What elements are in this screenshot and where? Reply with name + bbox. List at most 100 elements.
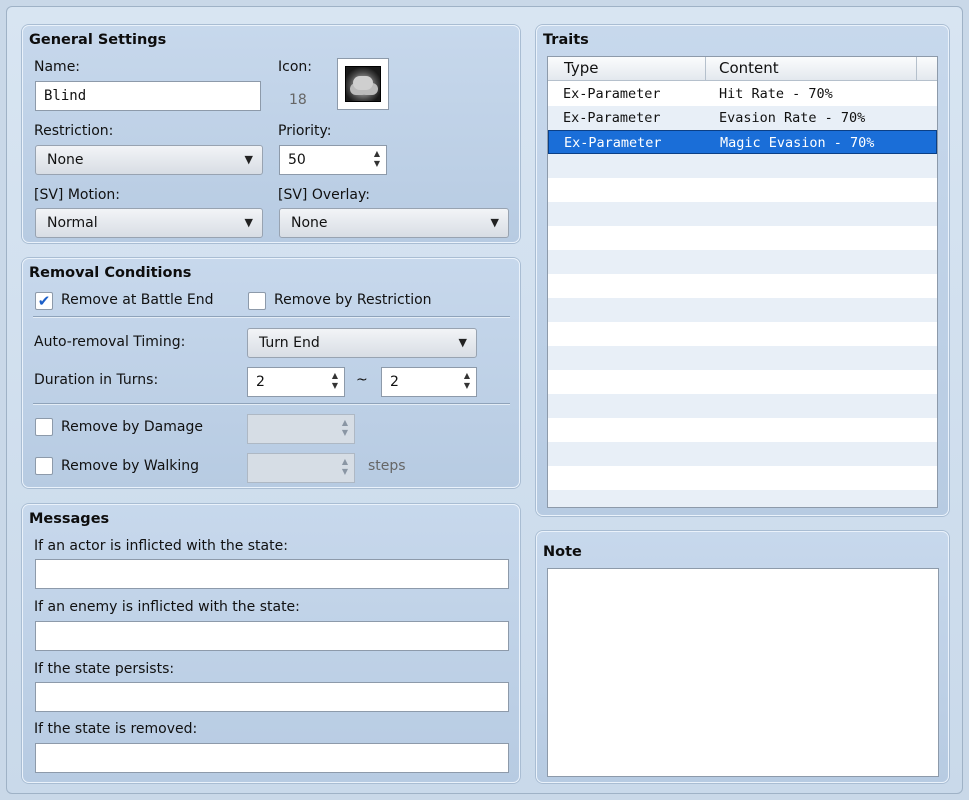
table-row[interactable] — [548, 274, 937, 298]
removal-conditions-title: Removal Conditions — [29, 265, 192, 281]
remove-damage-label[interactable]: Remove by Damage — [61, 419, 203, 435]
removed-message-label: If the state is removed: — [34, 721, 198, 737]
remove-walking-label[interactable]: Remove by Walking — [61, 458, 199, 474]
actor-message-input[interactable] — [35, 559, 509, 589]
persists-message-input[interactable] — [35, 682, 509, 712]
remove-battle-end-checkbox[interactable]: ✔ — [35, 292, 53, 310]
table-row[interactable] — [548, 490, 937, 507]
sv-motion-label: [SV] Motion: — [34, 187, 121, 203]
note-textarea[interactable] — [547, 568, 939, 777]
table-row[interactable] — [548, 322, 937, 346]
table-row[interactable] — [548, 154, 937, 178]
table-row[interactable] — [548, 202, 937, 226]
chevron-down-icon: ▼ — [244, 216, 253, 229]
duration-tilde: ~ — [356, 372, 368, 388]
duration-max-value: 2 — [390, 374, 399, 390]
remove-restriction-checkbox[interactable] — [248, 292, 266, 310]
removed-message-input[interactable] — [35, 743, 509, 773]
spin-up-icon: ▲ — [341, 418, 348, 427]
table-row[interactable] — [548, 250, 937, 274]
trait-content: Magic Evasion - 70% — [720, 135, 875, 151]
icon-picker[interactable] — [337, 58, 389, 110]
table-row[interactable] — [548, 442, 937, 466]
trait-content: Evasion Rate - 70% — [719, 110, 866, 126]
duration-min-stepper[interactable]: 2 ▲ ▼ — [247, 367, 345, 397]
column-type[interactable]: Type — [564, 59, 598, 77]
spin-arrows-icon: ▲ ▼ — [342, 418, 348, 438]
auto-timing-dropdown[interactable]: Turn End ▼ — [247, 328, 477, 358]
state-editor: General Settings Name: Blind Icon: 18 Re… — [6, 6, 963, 794]
spin-arrows-icon[interactable]: ▲ ▼ — [464, 371, 470, 391]
damage-stepper: ▲ ▼ — [247, 414, 355, 444]
table-row[interactable] — [548, 370, 937, 394]
priority-value: 50 — [288, 152, 306, 168]
traits-panel: Traits Type Content Ex-Parameter Hit Rate… — [536, 25, 949, 516]
spin-down-icon[interactable]: ▼ — [332, 381, 338, 390]
table-row[interactable] — [548, 178, 937, 202]
spin-down-icon: ▼ — [341, 467, 348, 476]
general-settings-title: General Settings — [29, 32, 167, 48]
remove-damage-checkbox[interactable] — [35, 418, 53, 436]
traits-list[interactable]: Type Content Ex-Parameter Hit Rate - 70% E… — [547, 56, 938, 508]
note-panel: Note — [536, 531, 949, 783]
sv-overlay-value: None — [291, 215, 328, 231]
table-row[interactable] — [548, 466, 937, 490]
spin-up-icon[interactable]: ▲ — [332, 371, 338, 380]
actor-message-label: If an actor is inflicted with the state: — [34, 538, 288, 554]
auto-timing-value: Turn End — [259, 335, 320, 351]
table-row[interactable] — [548, 394, 937, 418]
duration-min-value: 2 — [256, 374, 265, 390]
priority-stepper[interactable]: 50 ▲ ▼ — [279, 145, 387, 175]
remove-walking-checkbox[interactable] — [35, 457, 53, 475]
restriction-label: Restriction: — [34, 123, 114, 139]
spin-arrows-icon[interactable]: ▲ ▼ — [374, 149, 380, 169]
priority-label: Priority: — [278, 123, 332, 139]
name-input[interactable]: Blind — [35, 81, 261, 111]
duration-max-stepper[interactable]: 2 ▲ ▼ — [381, 367, 477, 397]
trait-type: Ex-Parameter — [563, 86, 661, 102]
table-row[interactable] — [548, 418, 937, 442]
enemy-message-label: If an enemy is inflicted with the state: — [34, 599, 300, 615]
spin-arrows-icon: ▲ ▼ — [342, 457, 348, 477]
column-divider — [916, 57, 917, 81]
spin-down-icon[interactable]: ▼ — [464, 381, 470, 390]
table-row[interactable]: Ex-Parameter Evasion Rate - 70% — [548, 106, 937, 130]
sv-motion-value: Normal — [47, 215, 98, 231]
auto-timing-label: Auto-removal Timing: — [34, 334, 186, 350]
messages-title: Messages — [29, 511, 110, 527]
enemy-message-input[interactable] — [35, 621, 509, 651]
persists-message-label: If the state persists: — [34, 661, 175, 677]
spin-arrows-icon[interactable]: ▲ ▼ — [332, 371, 338, 391]
trait-type: Ex-Parameter — [563, 110, 661, 126]
sv-overlay-label: [SV] Overlay: — [278, 187, 370, 203]
trait-content: Hit Rate - 70% — [719, 86, 833, 102]
chevron-down-icon: ▼ — [458, 336, 467, 349]
column-content[interactable]: Content — [719, 59, 779, 77]
remove-battle-end-label[interactable]: Remove at Battle End — [61, 292, 214, 308]
sv-overlay-dropdown[interactable]: None ▼ — [279, 208, 509, 238]
blind-state-icon — [345, 66, 381, 102]
spin-up-icon[interactable]: ▲ — [374, 149, 380, 158]
table-row[interactable]: Ex-Parameter Magic Evasion - 70% — [548, 130, 937, 154]
table-row[interactable] — [548, 226, 937, 250]
traits-title: Traits — [543, 32, 589, 48]
removal-conditions-panel: Removal Conditions ✔ Remove at Battle En… — [22, 258, 520, 488]
note-title: Note — [543, 544, 582, 560]
name-label: Name: — [34, 59, 81, 75]
divider — [33, 403, 510, 405]
spin-up-icon[interactable]: ▲ — [464, 371, 470, 380]
messages-panel: Messages If an actor is inflicted with t… — [22, 504, 520, 783]
spin-down-icon[interactable]: ▼ — [374, 159, 380, 168]
spin-up-icon: ▲ — [341, 457, 348, 466]
table-row[interactable]: Ex-Parameter Hit Rate - 70% — [548, 82, 937, 106]
trait-type: Ex-Parameter — [564, 135, 662, 151]
restriction-dropdown[interactable]: None ▼ — [35, 145, 263, 175]
duration-label: Duration in Turns: — [34, 372, 159, 388]
table-row[interactable] — [548, 298, 937, 322]
remove-restriction-label[interactable]: Remove by Restriction — [274, 292, 432, 308]
icon-label: Icon: — [278, 59, 312, 75]
chevron-down-icon: ▼ — [244, 153, 253, 166]
table-row[interactable] — [548, 346, 937, 370]
sv-motion-dropdown[interactable]: Normal ▼ — [35, 208, 263, 238]
divider — [33, 316, 510, 318]
